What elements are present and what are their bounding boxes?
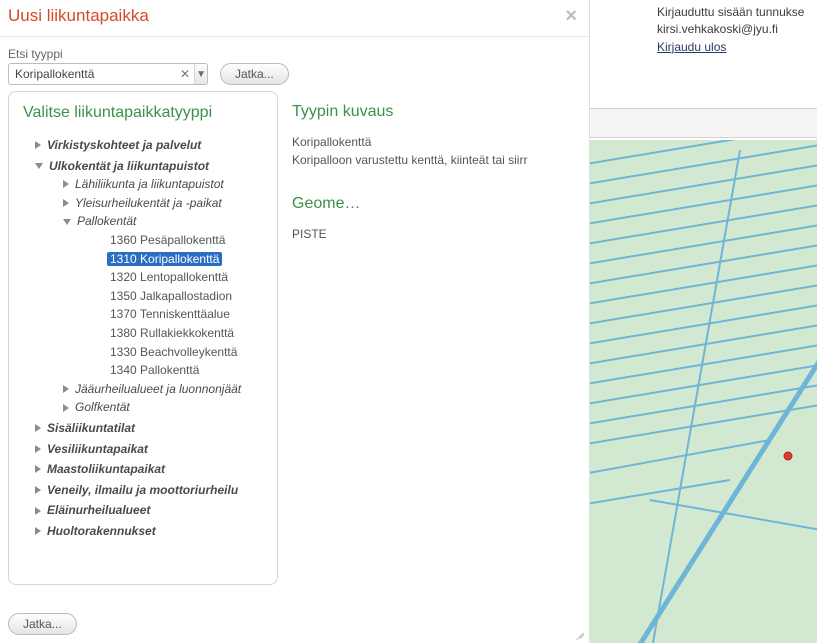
caret-right-icon	[63, 404, 69, 412]
selected-type-name: Koripallokenttä	[292, 135, 575, 149]
tree-title: Valitse liikuntapaikkatyyppi	[23, 104, 267, 122]
caret-down-icon	[63, 219, 71, 225]
caret-right-icon	[35, 486, 41, 494]
tree-leaf-1360[interactable]: 1360 Pesäpallokenttä	[107, 233, 228, 247]
chevron-down-icon[interactable]: ▼	[194, 64, 207, 84]
user-email: kirsi.vehkakoski@jyu.fi	[657, 21, 817, 38]
tree-node-virkistys[interactable]: Virkistyskohteet ja palvelut	[35, 136, 267, 155]
type-description-panel: Tyypin kuvaus Koripallokenttä Koripalloo…	[288, 91, 581, 585]
tree-node-sisa[interactable]: Sisäliikuntatilat	[35, 419, 267, 438]
caret-right-icon	[63, 385, 69, 393]
tree-node-pallo[interactable]: Pallokentät	[63, 212, 267, 231]
tree-leaf-1310[interactable]: 1310 Koripallokenttä	[107, 252, 222, 266]
caret-right-icon	[35, 527, 41, 535]
user-bar: Kirjauduttu sisään tunnukse kirsi.vehkak…	[657, 4, 817, 56]
type-tree: Virkistyskohteet ja palvelut Ulkokentät …	[23, 136, 267, 540]
tree-leaf-1350[interactable]: 1350 Jalkapallostadion	[107, 289, 235, 303]
type-combobox[interactable]: ✕ ▼	[8, 63, 208, 85]
geometry-title: Geome…	[292, 195, 575, 213]
tree-leaf-1320[interactable]: 1320 Lentopallokenttä	[107, 270, 231, 284]
tree-node-lahi[interactable]: Lähiliikunta ja liikuntapuistot	[63, 175, 267, 194]
selected-type-desc: Koripalloon varustettu kenttä, kiinteät …	[292, 153, 575, 167]
caret-right-icon	[35, 445, 41, 453]
tree-leaf-1370[interactable]: 1370 Tenniskenttäalue	[107, 307, 233, 321]
caret-down-icon	[35, 163, 43, 169]
geometry-value: PISTE	[292, 227, 575, 241]
tree-node-vesi[interactable]: Vesiliikuntapaikat	[35, 440, 267, 459]
close-icon[interactable]: ×	[565, 6, 577, 26]
tree-node-yleis[interactable]: Yleisurheilukentät ja -paikat	[63, 194, 267, 213]
type-input[interactable]	[9, 67, 176, 81]
tree-node-huolto[interactable]: Huoltorakennukset	[35, 522, 267, 541]
tree-node-golf[interactable]: Golfkentät	[63, 398, 267, 417]
continue-button-bottom[interactable]: Jatka...	[8, 613, 77, 635]
tree-leaf-1330[interactable]: 1330 Beachvolleykenttä	[107, 345, 240, 359]
caret-right-icon	[63, 180, 69, 188]
caret-right-icon	[35, 141, 41, 149]
dialog-title: Uusi liikuntapaikka	[8, 6, 149, 26]
tree-node-ulko[interactable]: Ulkokentät ja liikuntapuistot	[35, 157, 267, 176]
map-canvas[interactable]	[590, 140, 817, 643]
caret-right-icon	[63, 199, 69, 207]
continue-button-top[interactable]: Jatka...	[220, 63, 289, 85]
desc-title: Tyypin kuvaus	[292, 103, 575, 121]
caret-right-icon	[35, 465, 41, 473]
tree-leaf-1380[interactable]: 1380 Rullakiekkokenttä	[107, 326, 237, 340]
tree-node-jaa[interactable]: Jääurheilualueet ja luonnonjäät	[63, 380, 267, 399]
search-label: Etsi tyyppi	[8, 47, 208, 61]
caret-right-icon	[35, 507, 41, 515]
logged-in-text: Kirjauduttu sisään tunnukse	[657, 4, 817, 21]
tree-leaf-1340[interactable]: 1340 Pallokenttä	[107, 363, 202, 377]
tree-node-maasto[interactable]: Maastoliikuntapaikat	[35, 460, 267, 479]
resize-handle[interactable]	[573, 627, 585, 639]
dialog-new-place: Uusi liikuntapaikka × Etsi tyyppi ✕ ▼ Ja…	[0, 0, 590, 643]
tree-node-elain[interactable]: Eläinurheilualueet	[35, 501, 267, 520]
clear-icon[interactable]: ✕	[176, 67, 194, 81]
tree-node-veneily[interactable]: Veneily, ilmailu ja moottoriurheilu	[35, 481, 267, 500]
caret-right-icon	[35, 424, 41, 432]
type-tree-panel: Valitse liikuntapaikkatyyppi Virkistysko…	[8, 91, 278, 585]
logout-link[interactable]: Kirjaudu ulos	[657, 40, 726, 54]
